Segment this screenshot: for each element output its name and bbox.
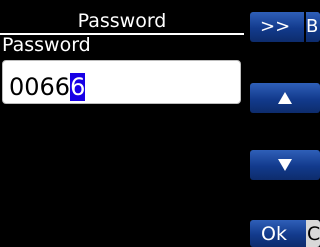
arrow-down-icon [278,159,292,171]
password-digits: 0066 [9,73,71,101]
more-button[interactable]: >> B [250,12,320,42]
more-button-label: >> [260,16,291,37]
password-input[interactable]: 00666 [2,60,241,104]
ok-button[interactable]: Ok C [250,220,320,247]
ok-button-label: Ok [261,223,287,245]
arrow-up-icon [278,92,292,104]
up-button[interactable] [250,83,320,113]
password-label: Password [2,34,91,56]
password-value: 00666 [9,73,86,101]
cursor-digit: 6 [70,73,86,101]
clipped-next-button-label: C [307,223,320,245]
dialog-title: Password [77,10,167,32]
down-button[interactable] [250,150,320,180]
clipped-button-label: B [306,16,319,37]
